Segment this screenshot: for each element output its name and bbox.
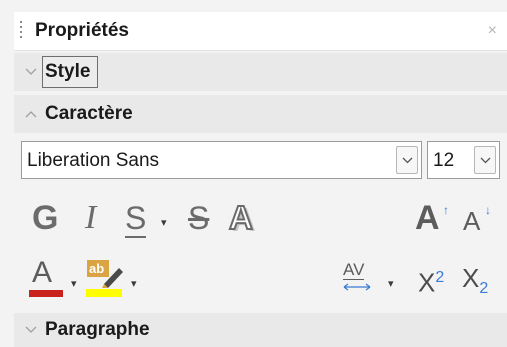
section-label-style: Style [45,61,91,82]
shadow-button[interactable]: A [228,198,254,237]
drag-grip-icon[interactable] [20,21,24,41]
chevron-down-icon [25,68,37,75]
double-arrow-icon [343,283,371,291]
superscript-button[interactable]: X2 [418,263,444,298]
svg-text:ab: ab [89,261,104,276]
underline-button[interactable]: S [125,199,147,238]
highlight-color-swatch [86,289,122,297]
font-color-button[interactable]: A [27,255,65,299]
section-label-character: Caractère [45,103,133,124]
font-color-swatch [29,290,63,297]
grow-font-button[interactable]: A [415,199,440,237]
spacing-glyph: AV [343,260,365,280]
bold-button[interactable]: G [32,199,58,237]
font-size-combobox[interactable]: 12 [427,141,500,179]
underline-dropdown-icon[interactable]: ▾ [161,216,167,229]
arrow-up-icon: ↑ [443,203,449,217]
chevron-up-icon [25,111,37,118]
highlight-dropdown-icon[interactable]: ▾ [131,277,137,290]
shrink-font-button[interactable]: A [463,206,480,236]
font-name-value: Liberation Sans [27,150,160,171]
sidebar-properties-panel: Propriétés × Style Caractère Liberation … [0,0,507,347]
subscript-mark: 2 [479,280,489,298]
font-name-dropdown-button[interactable] [396,146,418,174]
font-color-glyph: A [32,256,53,289]
underline-glyph: S [125,200,147,238]
section-label-paragraph: Paragraphe [45,319,150,340]
italic-button[interactable]: I [85,199,96,237]
section-character[interactable]: Caractère [14,95,507,133]
chevron-down-icon [25,326,37,333]
section-style[interactable]: Style [14,53,507,91]
highlight-color-button[interactable]: ab [86,258,126,298]
chevron-down-icon [402,157,413,164]
subscript-button[interactable]: X2 [462,263,488,304]
arrow-down-icon: ↓ [485,203,491,217]
font-size-dropdown-button[interactable] [474,146,496,174]
panel-title: Propriétés [35,20,129,41]
section-paragraph[interactable]: Paragraphe [14,313,507,347]
subscript-glyph: X [462,263,480,293]
chevron-down-icon [480,157,491,164]
superscript-glyph: X [418,267,436,298]
font-color-dropdown-icon[interactable]: ▾ [71,277,77,290]
panel-titlebar: Propriétés × [14,12,507,51]
character-spacing-button[interactable]: AV [343,261,383,295]
spacing-dropdown-icon[interactable]: ▾ [388,277,394,290]
close-icon[interactable]: × [488,22,497,40]
strikethrough-button[interactable]: S [188,199,209,237]
highlighter-icon: ab [87,260,123,288]
font-size-value: 12 [433,150,455,171]
font-name-combobox[interactable]: Liberation Sans [21,141,422,179]
superscript-mark: 2 [435,269,445,286]
